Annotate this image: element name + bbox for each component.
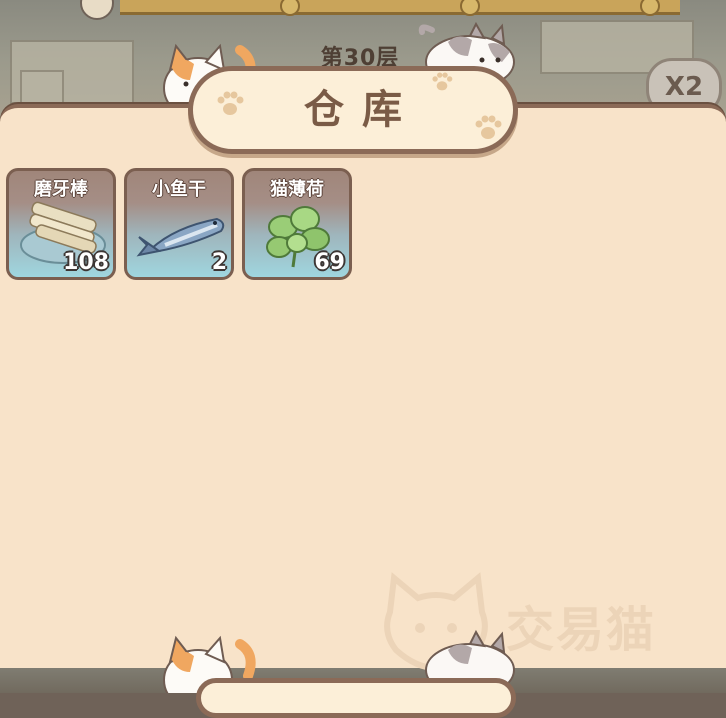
top-rail — [120, 0, 680, 16]
item-count: 108 — [63, 250, 109, 275]
item-count: 69 — [314, 250, 345, 275]
paw-print-icon — [432, 72, 453, 91]
warehouse-title-plate: 仓库 — [188, 66, 518, 154]
bottom-title-plate — [196, 678, 516, 718]
item-count: 2 — [211, 250, 227, 275]
inventory-grid: 磨牙棒 108 小鱼干 2 猫薄荷 69 — [6, 168, 720, 280]
paw-print-icon — [475, 115, 502, 139]
rail-knob — [460, 0, 480, 16]
paw-print-icon — [217, 91, 244, 115]
watermark-text: 交易猫 — [506, 602, 657, 658]
inventory-item-chew-stick[interactable]: 磨牙棒 108 — [6, 168, 116, 280]
rail-knob — [280, 0, 300, 16]
rail-knob — [640, 0, 660, 16]
inventory-item-dried-fish[interactable]: 小鱼干 2 — [124, 168, 234, 280]
inventory-item-catnip[interactable]: 猫薄荷 69 — [242, 168, 352, 280]
